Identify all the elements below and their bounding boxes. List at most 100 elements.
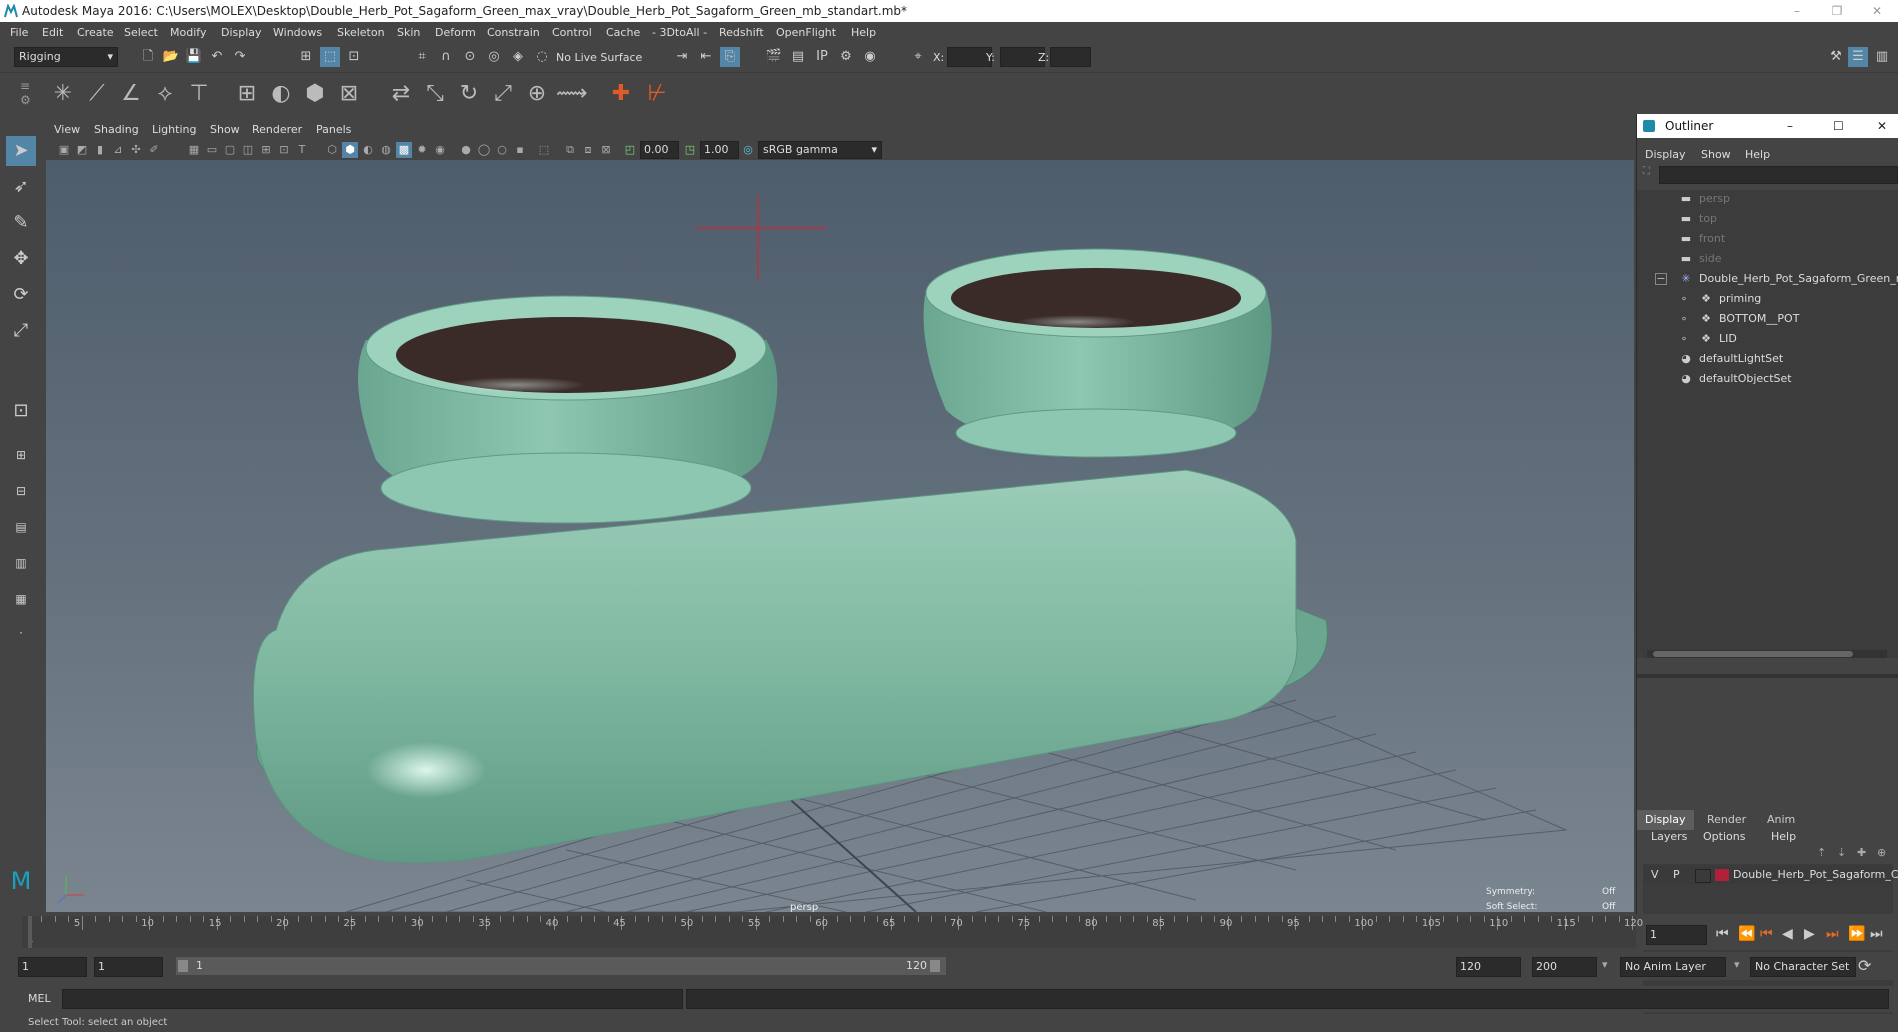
output-ops-icon[interactable]: ⇤: [696, 47, 716, 67]
viewport-menu-renderer[interactable]: Renderer: [252, 123, 302, 136]
isolate-select-icon[interactable]: ⬚: [536, 142, 552, 158]
layer-visibility-toggle[interactable]: V: [1651, 868, 1659, 881]
collapse-icon[interactable]: −: [1655, 273, 1667, 285]
outliner-item[interactable]: ▬ persp: [1637, 190, 1898, 208]
move-layer-down-icon[interactable]: ⇣: [1837, 846, 1846, 859]
range-end-handle[interactable]: [930, 960, 940, 972]
menuset-dropdown[interactable]: Rigging ▾: [14, 47, 118, 67]
xray-joints-icon[interactable]: ⧉: [562, 142, 578, 158]
skin-bind-icon[interactable]: ⟡: [150, 79, 180, 109]
viewport-menu-view[interactable]: View: [54, 123, 80, 136]
undo-icon[interactable]: ↶: [207, 47, 227, 67]
locator-icon[interactable]: ✚: [606, 79, 636, 109]
select-tool-icon[interactable]: ➤: [6, 136, 36, 166]
cluster-handle-icon[interactable]: ⊬: [642, 79, 672, 109]
snap-grid-icon[interactable]: ⌗: [412, 47, 432, 67]
paint-select-icon[interactable]: ✎: [6, 208, 36, 238]
menu-modify[interactable]: Modify: [170, 26, 206, 39]
menu-openflight[interactable]: OpenFlight: [776, 26, 836, 39]
rotate-tool-icon[interactable]: ⟳: [6, 280, 36, 310]
layer-playback-toggle[interactable]: P: [1673, 868, 1680, 881]
character-set-dropdown[interactable]: No Character Set: [1750, 957, 1856, 977]
film-gate-icon[interactable]: ▭: [204, 142, 220, 158]
playback-start-field[interactable]: 1: [94, 957, 163, 977]
layout-outliner-icon[interactable]: ▥: [6, 548, 36, 578]
pole-vector-icon[interactable]: ⟿: [556, 79, 588, 109]
use-all-lights-icon[interactable]: ▩: [396, 142, 412, 158]
transform-mode-icon[interactable]: ⌖: [908, 47, 928, 67]
menu-create[interactable]: Create: [77, 26, 114, 39]
multisample-icon[interactable]: ○: [494, 142, 510, 158]
current-frame-field[interactable]: 1: [1646, 925, 1707, 945]
field-chart-icon[interactable]: ⊞: [258, 142, 274, 158]
step-back-key-icon[interactable]: ⏮: [1760, 926, 1773, 942]
cluster-icon[interactable]: ◐: [266, 79, 296, 109]
camera-attributes-icon[interactable]: ◩: [74, 142, 90, 158]
ik-handle-icon[interactable]: ⟋: [82, 79, 112, 109]
outliner-maximize-button[interactable]: ☐: [1833, 114, 1844, 138]
render-frame-icon[interactable]: 🎬: [764, 47, 784, 67]
grease-pencil-icon[interactable]: ✐: [146, 142, 162, 158]
playhead[interactable]: [28, 916, 32, 948]
restore-button[interactable]: ❐: [1820, 0, 1854, 22]
outliner-item[interactable]: ∘ ❖ priming: [1637, 290, 1898, 308]
go-to-start-icon[interactable]: ⏮: [1716, 926, 1729, 942]
scene-start-field[interactable]: 1: [18, 957, 87, 977]
scale-tool-icon[interactable]: ⤢: [6, 316, 36, 346]
menu-skeleton[interactable]: Skeleton: [337, 26, 385, 39]
viewport-menu-shading[interactable]: Shading: [94, 123, 139, 136]
chevron-down-icon[interactable]: ▾: [1734, 958, 1740, 971]
menu-control[interactable]: Control: [552, 26, 592, 39]
lasso-tool-icon[interactable]: ➶: [6, 172, 36, 202]
menu-windows[interactable]: Windows: [273, 26, 322, 39]
render-view-icon[interactable]: ▤: [788, 47, 808, 67]
show-manipulator-icon[interactable]: ⊡: [6, 396, 36, 426]
playback-end-field[interactable]: 120: [1456, 957, 1521, 977]
save-scene-icon[interactable]: 💾: [184, 47, 204, 67]
layer-type-toggle[interactable]: [1695, 869, 1711, 883]
select-component-icon[interactable]: ⊡: [344, 47, 364, 67]
gate-mask-icon[interactable]: ◫: [240, 142, 256, 158]
outliner-item[interactable]: ◕ defaultObjectSet: [1637, 370, 1898, 388]
depth-of-field-icon[interactable]: ▪: [512, 142, 528, 158]
menu-cache[interactable]: Cache: [606, 26, 640, 39]
layers-menu[interactable]: Layers: [1651, 830, 1687, 843]
outliner-menu-help[interactable]: Help: [1745, 148, 1770, 161]
menu-help[interactable]: Help: [851, 26, 876, 39]
viewport-menu-panels[interactable]: Panels: [316, 123, 351, 136]
step-forward-key-icon[interactable]: ⏭: [1826, 926, 1839, 942]
construction-history-icon[interactable]: ⎘: [720, 47, 740, 67]
safe-action-icon[interactable]: ⊡: [276, 142, 292, 158]
new-layer-icon[interactable]: ✚: [1857, 846, 1866, 859]
gamma-icon[interactable]: ◳: [682, 142, 698, 158]
layout-graph-icon[interactable]: ▦: [6, 584, 36, 614]
command-input[interactable]: [62, 989, 683, 1009]
chevron-down-icon[interactable]: ▾: [1602, 958, 1608, 971]
parent-constraint-icon[interactable]: ⇄: [386, 79, 416, 109]
outliner-close-button[interactable]: ✕: [1877, 114, 1887, 138]
backface-icon[interactable]: ⊠: [598, 142, 614, 158]
play-backwards-icon[interactable]: ◀: [1782, 926, 1793, 942]
scene-end-field[interactable]: 200: [1532, 957, 1597, 977]
tab-render[interactable]: Render: [1699, 810, 1754, 830]
resolution-gate-icon[interactable]: ▢: [222, 142, 238, 158]
snap-view-icon[interactable]: ◎: [484, 47, 504, 67]
menu-redshift[interactable]: Redshift: [719, 26, 764, 39]
render-settings-icon[interactable]: ⚙: [836, 47, 856, 67]
safe-title-icon[interactable]: T: [294, 142, 310, 158]
select-hierarchy-icon[interactable]: ⊞: [296, 47, 316, 67]
ik-spline-icon[interactable]: ∠: [116, 79, 146, 109]
layout-more-icon[interactable]: ·: [6, 618, 36, 648]
xray-active-icon[interactable]: ⧈: [580, 142, 596, 158]
channel-box-icon[interactable]: ▥: [1872, 47, 1892, 67]
viewport-menu-show[interactable]: Show: [210, 123, 240, 136]
new-scene-icon[interactable]: 🗋: [138, 47, 158, 67]
outliner-item[interactable]: ∘ ❖ LID: [1637, 330, 1898, 348]
outliner-item[interactable]: ▬ front: [1637, 230, 1898, 248]
exposure-field[interactable]: 0.00: [640, 141, 679, 159]
outliner-menu-display[interactable]: Display: [1645, 148, 1686, 161]
xray-icon[interactable]: ◉: [432, 142, 448, 158]
play-forwards-icon[interactable]: ▶: [1804, 926, 1815, 942]
gamma-field[interactable]: 1.00: [700, 141, 739, 159]
menu-skin[interactable]: Skin: [397, 26, 420, 39]
